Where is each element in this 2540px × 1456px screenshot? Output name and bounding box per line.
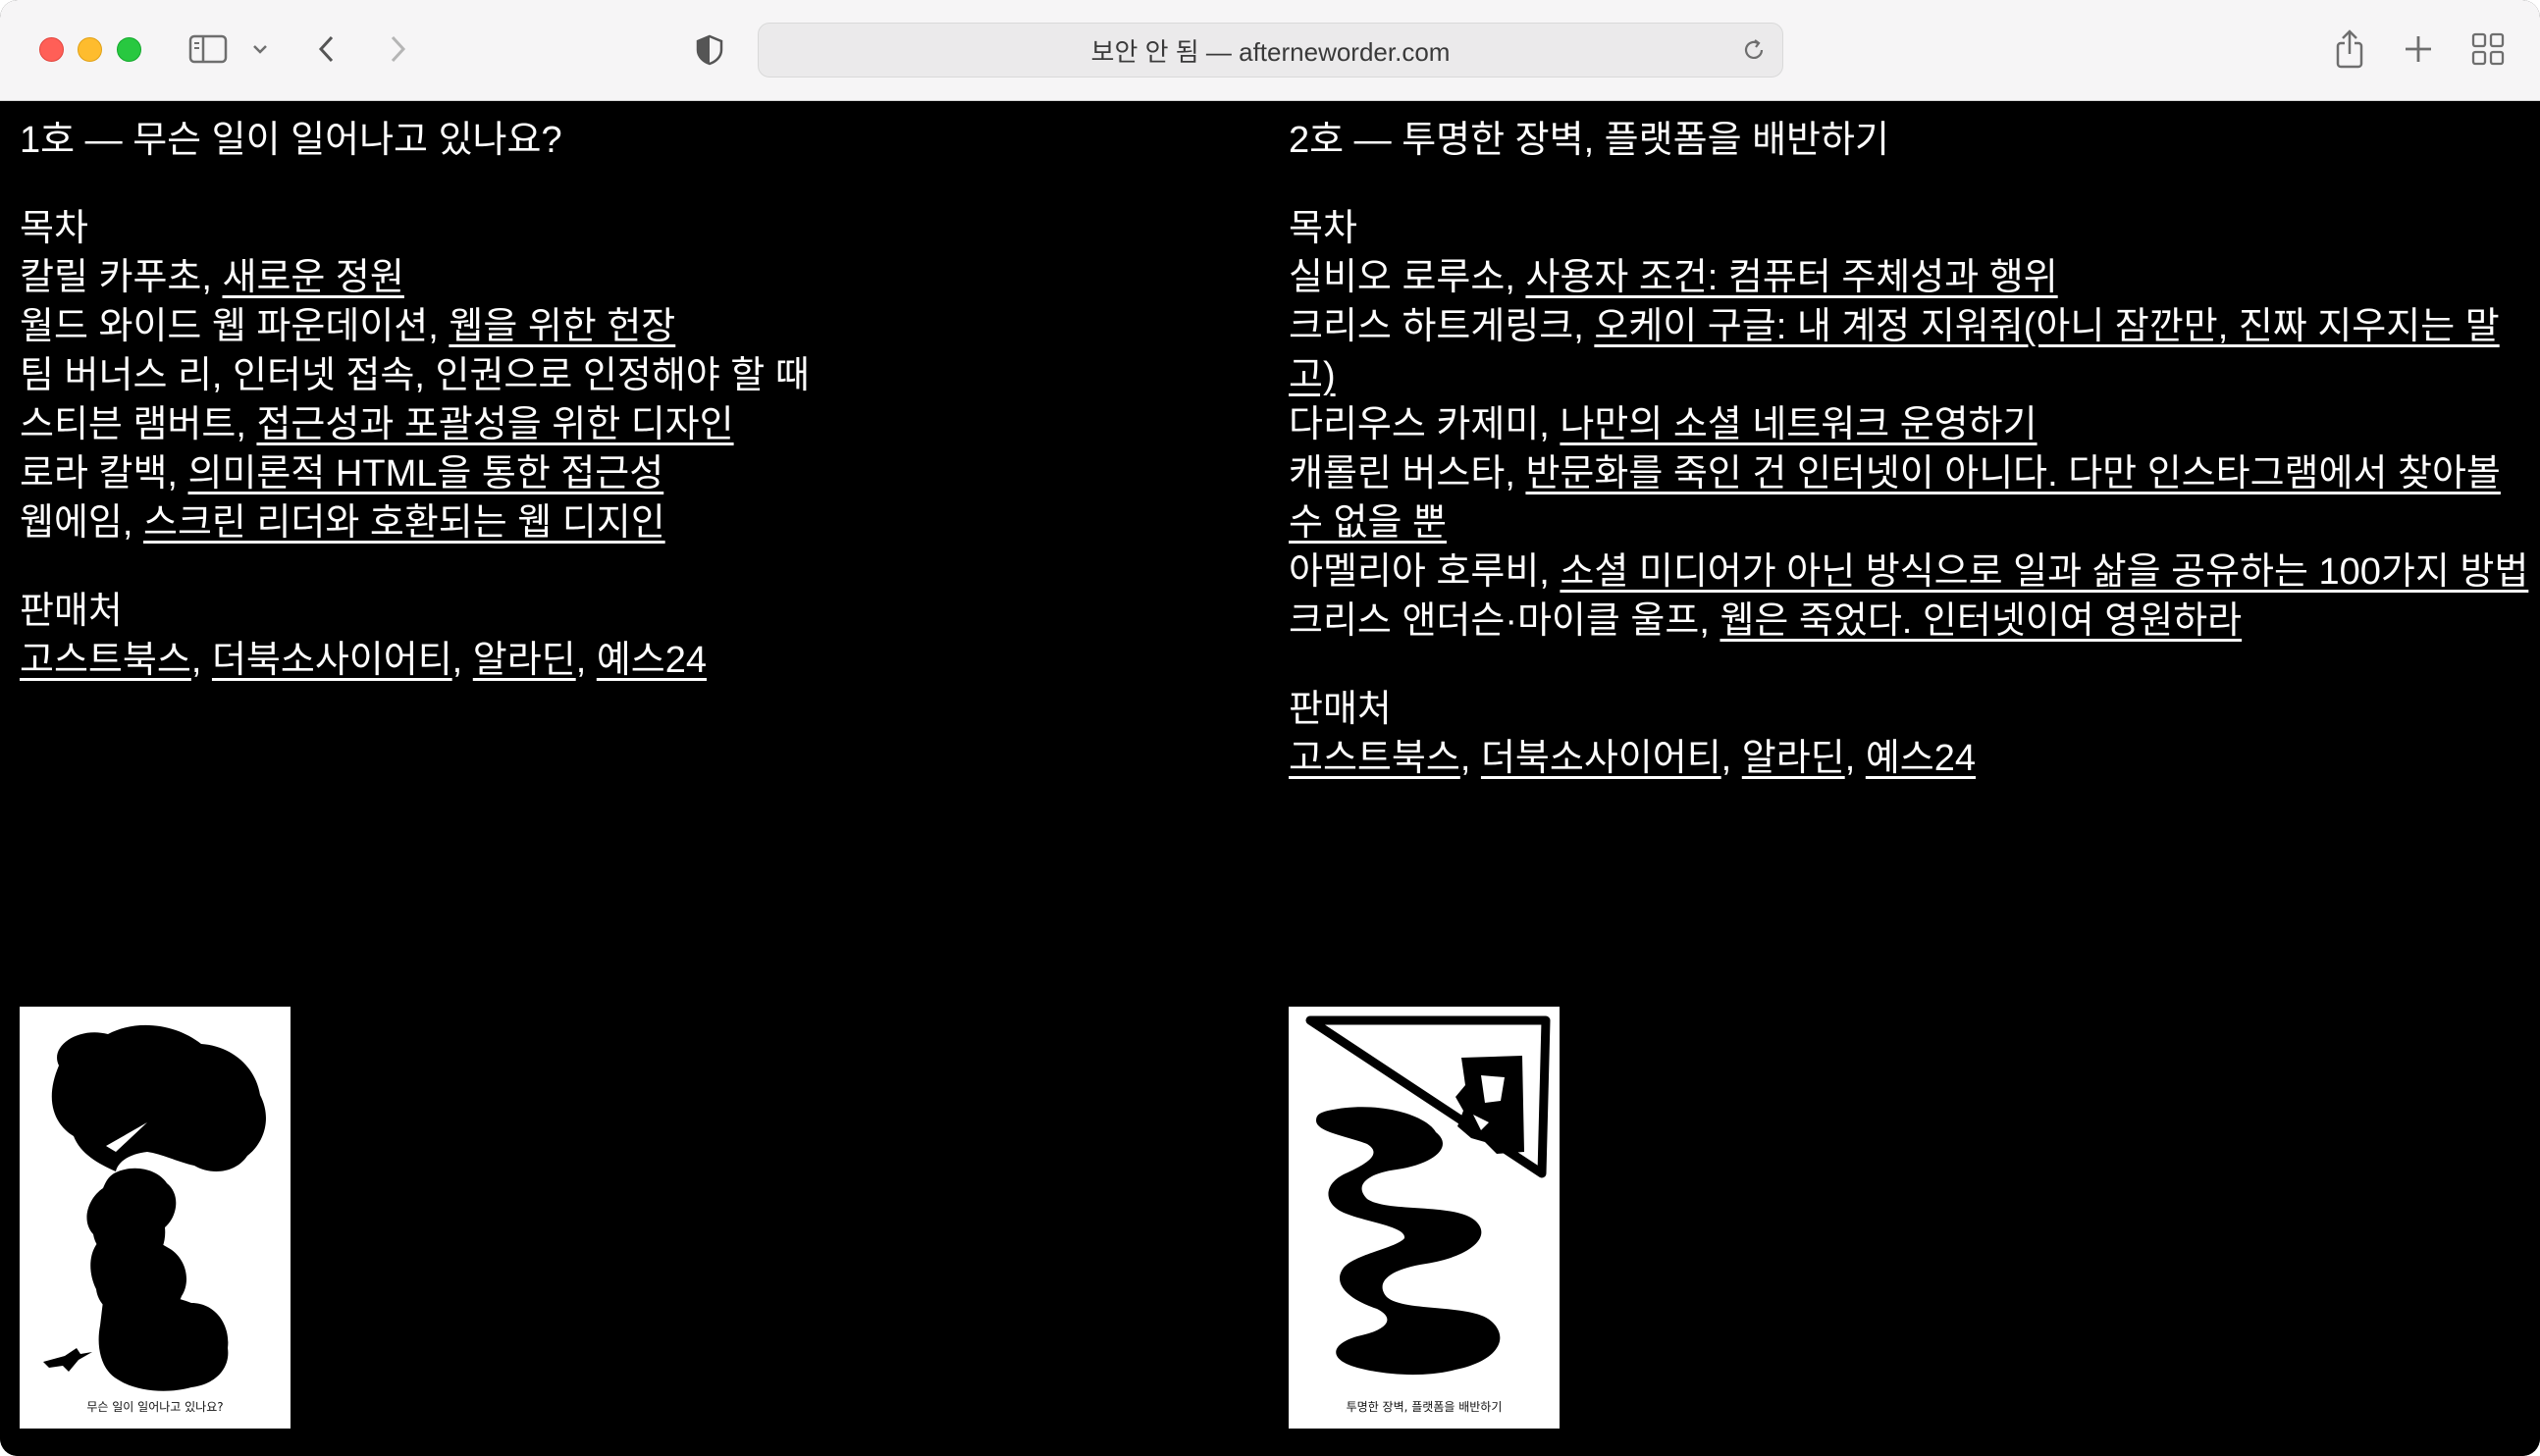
toc-author: 로라 칼백, xyxy=(20,453,188,494)
shield-icon[interactable] xyxy=(693,33,726,67)
toc-author: 크리스 하트게링크, xyxy=(1289,306,1595,347)
toc-author: 칼릴 카푸초, xyxy=(20,257,223,298)
toc-author: 캐롤린 버스타, xyxy=(1289,453,1526,494)
back-arrow-icon[interactable] xyxy=(312,29,344,69)
toc-link[interactable]: 의미론적 HTML을 통한 접근성 xyxy=(188,453,664,494)
toc-list: 실비오 로루소, 사용자 조건: 컴퓨터 주체성과 행위 크리스 하트게링크, … xyxy=(1289,253,2530,646)
issue-2-cover-image[interactable]: 투명한 장벽, 플랫폼을 배반하기 xyxy=(1289,1007,1560,1429)
sellers-list: 고스트북스, 더북소사이어티, 알라딘, 예스24 xyxy=(20,640,708,681)
sidebar-icon[interactable] xyxy=(188,33,228,65)
address-text: 보안 안 됨 — afterneworder.com xyxy=(1090,36,1451,67)
toc-author: 웹에임, xyxy=(20,502,143,544)
toc-link[interactable]: 웹은 죽었다. 인터넷이여 영원하라 xyxy=(1720,600,2242,642)
seller-link[interactable]: 알라딘 xyxy=(473,640,576,681)
toc-item: 크리스 하트게링크, 오케이 구글: 내 계정 지워줘(아니 잠깐만, 진짜 지… xyxy=(1289,302,2530,400)
sellers-label: 판매처 xyxy=(1289,689,1392,730)
seller-link[interactable]: 고스트북스 xyxy=(1289,738,1460,779)
seller-link[interactable]: 고스트북스 xyxy=(20,640,191,681)
toc-item: 팀 버너스 리, 인터넷 접속, 인권으로 인정해야 할 때 xyxy=(20,351,1246,400)
close-window-button[interactable] xyxy=(39,37,64,62)
toc-link[interactable]: 사용자 조건: 컴퓨터 주체성과 행위 xyxy=(1525,257,2057,298)
river-shape xyxy=(1316,1107,1501,1376)
toc-item: 웹에임, 스크린 리더와 호환되는 웹 디지인 xyxy=(20,498,1246,547)
toc-author: 스티븐 램버트, xyxy=(20,404,257,445)
chevron-down-icon[interactable] xyxy=(249,37,271,61)
toc-item: 캐롤린 버스타, 반문화를 죽인 건 인터넷이 아니다. 다만 인스타그램에서 … xyxy=(1289,449,2530,547)
address-bar[interactable]: 보안 안 됨 — afterneworder.com xyxy=(758,23,1783,78)
photo-fragment-shape xyxy=(1455,1056,1524,1154)
seller-link[interactable]: 더북소사이어티 xyxy=(212,640,452,681)
browser-toolbar: 보안 안 됨 — afterneworder.com xyxy=(0,0,2540,101)
issue-2-column: 2호 — 투명한 장벽, 플랫폼을 배반하기 목차 실비오 로루소, 사용자 조… xyxy=(1289,116,2530,783)
toc-author: 다리우스 카제미, xyxy=(1289,404,1561,445)
issue-1-column: 1호 — 무슨 일이 일어나고 있나요? 목차 칼릴 카푸초, 새로운 정원 월… xyxy=(20,116,1246,685)
toc-link[interactable]: 웹을 위한 헌장 xyxy=(449,306,675,347)
cover-caption: 투명한 장벽, 플랫폼을 배반하기 xyxy=(1346,1400,1503,1414)
toc-item: 아멜리아 호루비, 소셜 미디어가 아닌 방식으로 일과 삶을 공유하는 100… xyxy=(1289,547,2530,597)
toc-author: 실비오 로루소, xyxy=(1289,257,1526,298)
question-mark-shape xyxy=(51,1024,266,1171)
tab-overview-icon[interactable] xyxy=(2468,31,2508,67)
seller-link[interactable]: 알라딘 xyxy=(1742,738,1845,779)
zoom-window-button[interactable] xyxy=(117,37,141,62)
seller-link[interactable]: 예스24 xyxy=(597,640,707,681)
browser-window: 보안 안 됨 — afterneworder.com 1호 — 무슨 일이 일어… xyxy=(0,0,2540,1456)
toc-item: 다리우스 카제미, 나만의 소셜 네트워크 운영하기 xyxy=(1289,400,2530,449)
issue-title: 2호 — 투명한 장벽, 플랫폼을 배반하기 xyxy=(1289,120,1889,161)
toc-author: 크리스 앤더슨·마이클 울프, xyxy=(1289,600,1720,642)
bird-shape xyxy=(43,1348,92,1372)
toc-link[interactable]: 접근성과 포괄성을 위한 디자인 xyxy=(256,404,733,445)
toc-item: 월드 와이드 웹 파운데이션, 웹을 위한 헌장 xyxy=(20,302,1246,351)
cover-caption: 무슨 일이 일어나고 있나요? xyxy=(86,1400,224,1414)
sellers-list: 고스트북스, 더북소사이어티, 알라딘, 예스24 xyxy=(1289,738,1977,779)
toc-author: 월드 와이드 웹 파운데이션, xyxy=(20,306,450,347)
seller-link[interactable]: 더북소사이어티 xyxy=(1481,738,1721,779)
toc-item: 실비오 로루소, 사용자 조건: 컴퓨터 주체성과 행위 xyxy=(1289,253,2530,302)
toc-author: 팀 버너스 리, 인터넷 접속, 인권으로 인정해야 할 때 xyxy=(20,355,810,396)
toc-link[interactable]: 나만의 소셜 네트워크 운영하기 xyxy=(1560,404,2037,445)
toc-label: 목차 xyxy=(1289,208,1357,249)
toc-label: 목차 xyxy=(20,208,88,249)
toc-item: 크리스 앤더슨·마이클 울프, 웹은 죽었다. 인터넷이여 영원하라 xyxy=(1289,597,2530,646)
toc-link[interactable]: 소셜 미디어가 아닌 방식으로 일과 삶을 공유하는 100가지 방법 xyxy=(1560,551,2528,593)
sellers-label: 판매처 xyxy=(20,591,123,632)
seller-link[interactable]: 예스24 xyxy=(1866,738,1976,779)
forward-arrow-icon[interactable] xyxy=(381,29,412,69)
toc-item: 로라 칼백, 의미론적 HTML을 통한 접근성 xyxy=(20,449,1246,498)
share-icon[interactable] xyxy=(2330,27,2369,71)
plus-icon[interactable] xyxy=(2399,29,2438,69)
toc-item: 칼릴 카푸초, 새로운 정원 xyxy=(20,253,1246,302)
reload-icon[interactable] xyxy=(1739,35,1769,65)
minimize-window-button[interactable] xyxy=(78,37,102,62)
toc-list: 칼릴 카푸초, 새로운 정원 월드 와이드 웹 파운데이션, 웹을 위한 헌장 … xyxy=(20,253,1246,547)
toc-link[interactable]: 새로운 정원 xyxy=(222,257,403,298)
toc-item: 스티븐 램버트, 접근성과 포괄성을 위한 디자인 xyxy=(20,400,1246,449)
toc-author: 아멜리아 호루비, xyxy=(1289,551,1561,593)
issue-title: 1호 — 무슨 일이 일어나고 있나요? xyxy=(20,120,562,161)
issue-1-cover-image[interactable]: 무슨 일이 일어나고 있나요? xyxy=(20,1007,291,1429)
toc-link[interactable]: 스크린 리더와 호환되는 웹 디지인 xyxy=(143,502,665,544)
page-content: 1호 — 무슨 일이 일어나고 있나요? 목차 칼릴 카푸초, 새로운 정원 월… xyxy=(0,102,2540,1456)
